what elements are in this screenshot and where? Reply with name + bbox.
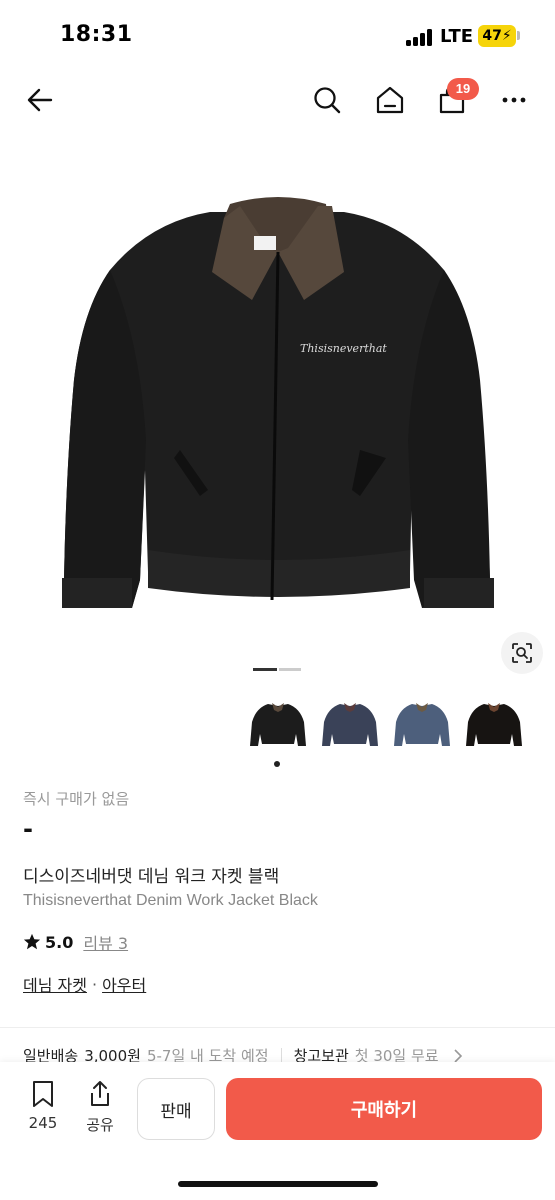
chevron-right-icon <box>454 1048 462 1063</box>
thumbnail-blue[interactable] <box>392 694 452 754</box>
search-icon <box>314 87 341 114</box>
selected-thumbnail-dot <box>274 761 280 767</box>
share-label: 공유 <box>86 1116 114 1134</box>
back-arrow-icon <box>27 88 53 112</box>
image-search-icon <box>512 643 532 663</box>
status-bar: 18:31 LTE 47⚡ <box>0 0 555 72</box>
battery-icon: 47⚡ <box>478 25 516 47</box>
pagination-inactive <box>279 668 301 671</box>
back-button[interactable] <box>20 80 60 120</box>
more-dots-icon <box>502 97 526 103</box>
battery-level: 47 <box>482 28 502 44</box>
category-separator: · <box>91 974 98 994</box>
share-icon <box>91 1081 109 1106</box>
bookmark-count: 245 <box>28 1114 58 1132</box>
section-divider <box>0 1027 555 1028</box>
search-button[interactable] <box>307 80 347 120</box>
battery-tip <box>517 31 520 40</box>
more-button[interactable] <box>494 80 534 120</box>
cart-count-badge: 19 <box>447 78 479 100</box>
price: - <box>23 815 33 843</box>
thumbnail-navy[interactable] <box>320 694 380 754</box>
thumbnail-black[interactable] <box>248 694 308 754</box>
shipping-separator <box>280 1048 282 1063</box>
product-name-en: Thisisneverthat Denim Work Jacket Black <box>23 892 318 909</box>
category-denim-jacket[interactable]: 데님 자켓 <box>23 972 87 996</box>
product-name-ko: 디스이즈네버댓 데님 워크 자켓 블랙 <box>23 867 280 887</box>
thumbnail-dark[interactable] <box>464 694 524 754</box>
home-button[interactable] <box>370 80 410 120</box>
bookmark-icon <box>33 1081 53 1107</box>
carrier-label: LTE <box>440 26 474 47</box>
buy-button[interactable]: 구매하기 <box>226 1078 542 1140</box>
reviews-link[interactable]: 리뷰 3 <box>83 930 128 954</box>
bookmark-button[interactable]: 245 <box>20 1080 66 1132</box>
star-icon <box>23 933 41 950</box>
status-time: 18:31 <box>60 22 133 47</box>
bottom-action-bar: 245 공유 판매 구매하기 <box>0 1062 555 1200</box>
chest-embroidery: Thisisneverthat <box>300 342 387 355</box>
image-pagination <box>253 668 301 672</box>
pagination-active <box>253 668 277 671</box>
home-indicator <box>178 1181 378 1187</box>
signal-icon <box>406 28 432 46</box>
category-outer[interactable]: 아우터 <box>102 972 146 996</box>
rating-score: 5.0 <box>45 932 74 952</box>
share-button[interactable]: 공유 <box>77 1080 123 1135</box>
image-search-button[interactable] <box>501 632 543 674</box>
home-icon <box>376 86 404 114</box>
stock-status: 즉시 구매가 없음 <box>23 790 130 808</box>
sell-button[interactable]: 판매 <box>137 1078 215 1140</box>
rating: 5.0 리뷰 3 <box>23 930 128 954</box>
denim-jacket-photo: Thisisneverthat <box>62 197 494 608</box>
product-image[interactable]: Thisisneverthat <box>0 140 555 660</box>
category-breadcrumb: 데님 자켓 · 아우터 <box>23 972 146 996</box>
color-thumbnails <box>248 694 528 756</box>
